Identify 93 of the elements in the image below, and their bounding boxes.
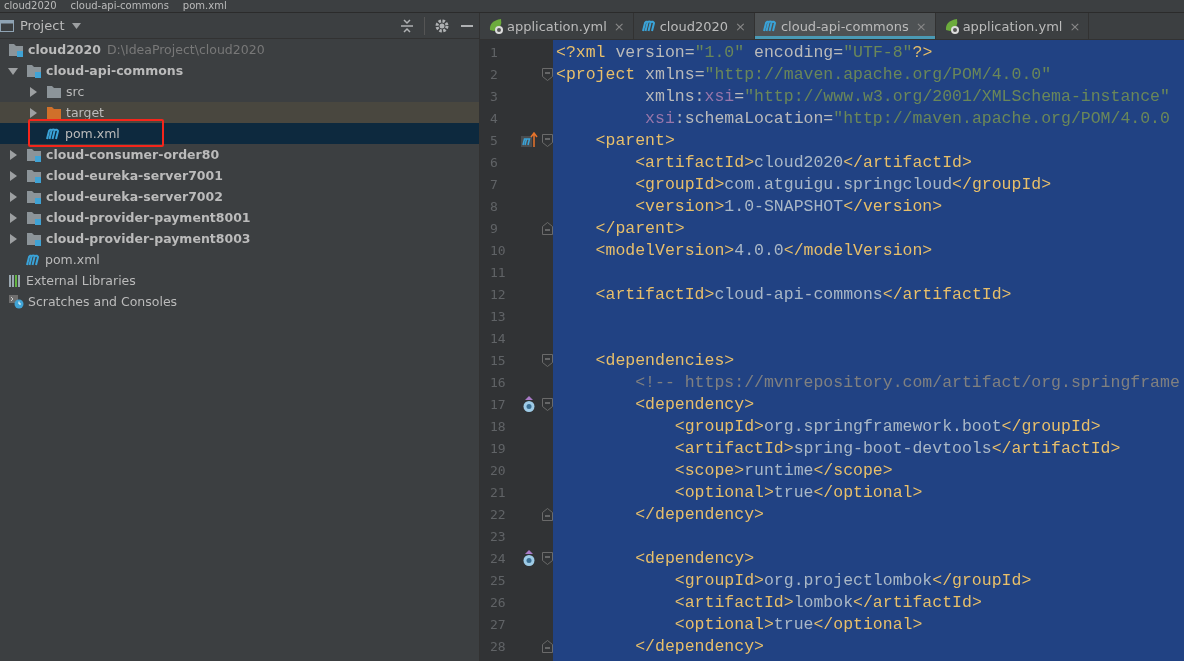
module-folder-icon: [8, 42, 24, 57]
tree-item[interactable]: cloud-eureka-server7002: [0, 186, 479, 207]
tree-item[interactable]: pom.xml: [0, 123, 479, 144]
tree-item[interactable]: src: [0, 81, 479, 102]
dependency-icon[interactable]: [521, 395, 536, 413]
editor-tab[interactable]: cloud-api-commons ×: [754, 13, 936, 39]
tree-item[interactable]: Scratches and Consoles: [0, 291, 479, 312]
module-folder-icon: [26, 63, 42, 78]
editor-tab[interactable]: application.yml ×: [480, 13, 634, 39]
caret-icon[interactable]: [72, 22, 82, 29]
tab-label[interactable]: cloud-api-commons: [780, 18, 909, 34]
maven-file-icon: [641, 20, 657, 32]
module-folder-icon: [26, 168, 42, 183]
tab-label[interactable]: cloud2020: [659, 18, 728, 34]
fold-icon[interactable]: [541, 551, 553, 565]
code-line: xmlns:xsi="http://www.w3.org/2001/XMLSchema-instance": [644, 86, 1170, 106]
code-line: <scope>runtime</scope>: [673, 460, 893, 480]
code-line: <groupId>org.springframework.boot</groupId>: [673, 416, 1101, 436]
spring-leaf-icon: [943, 18, 960, 34]
tree-item[interactable]: cloud2020 D:\IdeaProject\cloud2020: [0, 39, 479, 60]
tab-label[interactable]: application.yml: [962, 18, 1063, 34]
code-line: <project xmlns="http://maven.apache.org/POM/4.0.0": [555, 64, 1052, 84]
tree-item[interactable]: cloud-eureka-server7001: [0, 165, 479, 186]
maven-file-icon: [46, 127, 61, 140]
code-line: <optional>true</optional>: [673, 614, 923, 634]
fold-icon[interactable]: [541, 397, 553, 411]
fold-icon[interactable]: [541, 67, 553, 81]
code-line: <optional>true</optional>: [673, 482, 923, 502]
fold-icon[interactable]: [541, 507, 553, 521]
code-line: </parent>: [594, 218, 685, 238]
collapsed-arrow-icon[interactable]: [8, 149, 18, 160]
code-line: <!-- https://mvnrepository.com/artifact/org.springframe: [634, 372, 1180, 392]
panel-title[interactable]: Project: [20, 18, 65, 33]
code-line: <groupId>com.atguigu.springcloud</groupId>: [634, 174, 1052, 194]
maven-parent-icon[interactable]: [519, 132, 538, 148]
breadcrumb[interactable]: pom.xml: [182, 0, 227, 12]
code-line: </dependency>: [634, 504, 764, 524]
folder-icon: [46, 84, 62, 99]
code-line: <dependency>: [634, 548, 755, 568]
tree-item[interactable]: cloud-consumer-order80: [0, 144, 479, 165]
code-line: <groupId>org.projectlombok</groupId>: [673, 570, 1032, 590]
code-line: <modelVersion>4.0.0</modelVersion>: [594, 240, 933, 260]
fold-icon[interactable]: [541, 221, 553, 235]
tree-item[interactable]: cloud-provider-payment8003: [0, 228, 479, 249]
fold-icon[interactable]: [541, 133, 553, 147]
panel-icon: [0, 19, 14, 32]
code-line: <dependencies>: [594, 350, 735, 370]
code-line: <artifactId>lombok</artifactId>: [673, 592, 982, 612]
tab-label[interactable]: application.yml: [507, 18, 607, 34]
folder-icon: [46, 105, 62, 120]
close-icon[interactable]: ×: [613, 18, 625, 34]
collapsed-arrow-icon[interactable]: [8, 212, 18, 223]
collapsed-arrow-icon[interactable]: [8, 191, 18, 202]
maven-file-icon: [26, 253, 41, 266]
editor-tab[interactable]: cloud2020 ×: [633, 13, 755, 39]
close-icon[interactable]: ×: [1069, 18, 1081, 34]
collapsed-arrow-icon[interactable]: [28, 107, 38, 118]
code-line: </dependency>: [634, 636, 764, 656]
code-line: <?xml version="1.0" encoding="UTF-8"?>: [555, 42, 933, 62]
code-line: xsi:schemaLocation="http://maven.apache.org/POM/4.0.0: [644, 108, 1170, 128]
code-line: <dependency>: [634, 394, 755, 414]
settings-icon[interactable]: [435, 18, 449, 33]
dependency-icon[interactable]: [521, 549, 536, 567]
collapsed-arrow-icon[interactable]: [8, 233, 18, 244]
project-path: D:\IdeaProject\cloud2020: [106, 42, 265, 57]
fold-icon[interactable]: [541, 353, 553, 367]
breadcrumb[interactable]: cloud2020: [4, 0, 57, 12]
tree-item[interactable]: cloud-provider-payment8001: [0, 207, 479, 228]
module-folder-icon: [26, 147, 42, 162]
code-line: <artifactId>cloud2020</artifactId>: [634, 152, 972, 172]
code-line: <version>1.0-SNAPSHOT</version>: [634, 196, 943, 216]
code-line: <parent>: [594, 130, 675, 150]
tree-item[interactable]: pom.xml: [0, 249, 479, 270]
collapsed-arrow-icon[interactable]: [28, 86, 38, 97]
collapsed-arrow-icon[interactable]: [8, 170, 18, 181]
maven-file-icon: [762, 20, 778, 32]
close-icon[interactable]: ×: [735, 18, 746, 34]
spring-leaf-icon: [488, 18, 504, 34]
tree-item[interactable]: target: [0, 102, 479, 123]
module-folder-icon: [26, 231, 42, 246]
libraries-icon: [8, 274, 22, 287]
tree-item[interactable]: cloud-api-commons: [0, 60, 479, 81]
fold-icon[interactable]: [541, 639, 553, 653]
scratches-icon: [8, 294, 24, 309]
breadcrumb[interactable]: cloud-api-commons: [70, 0, 169, 12]
tree-item[interactable]: External Libraries: [0, 270, 479, 291]
editor-tab[interactable]: application.yml ×: [935, 13, 1090, 39]
expanded-arrow-icon[interactable]: [8, 65, 18, 76]
collapse-all-icon[interactable]: [400, 18, 414, 33]
code-line: <artifactId>cloud-api-commons</artifactId>: [594, 284, 1012, 304]
module-folder-icon: [26, 210, 42, 225]
module-folder-icon: [26, 189, 42, 204]
code-line: <artifactId>spring-boot-devtools</artifactId>: [673, 438, 1121, 458]
